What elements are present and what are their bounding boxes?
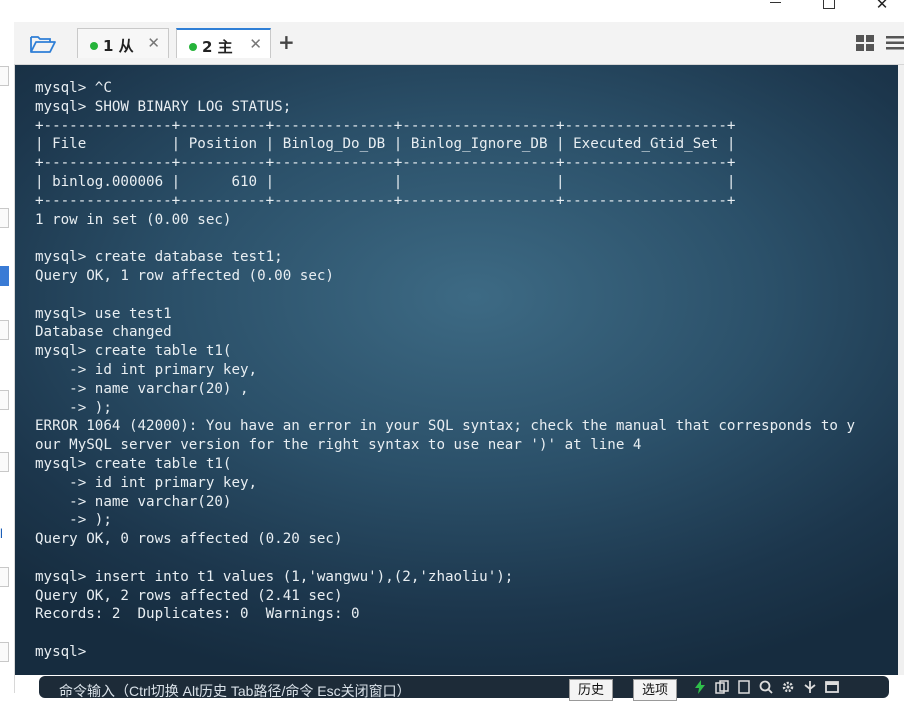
options-button[interactable]: 选项 (633, 679, 678, 701)
tab-label: 1 从 (103, 37, 134, 55)
maximize-button[interactable] (808, 0, 848, 22)
copy-icon[interactable] (715, 680, 729, 694)
side-panel-item[interactable] (0, 390, 9, 410)
new-tab-button[interactable]: + (278, 30, 295, 54)
command-bar: 命令输入（Ctrl切换 Alt历史 Tab路径/命令 Esc关闭窗口） 历史 选… (15, 675, 904, 701)
side-panel-item[interactable] (0, 567, 9, 587)
close-tab-icon[interactable]: ✕ (147, 34, 160, 52)
pin-icon[interactable] (803, 680, 817, 694)
terminal-pane[interactable]: mysql> ^C mysql> SHOW BINARY LOG STATUS;… (15, 65, 898, 675)
minimize-button[interactable] (756, 0, 796, 22)
close-window-button[interactable]: ✕ (862, 0, 902, 22)
command-input-placeholder: 命令输入（Ctrl切换 Alt历史 Tab路径/命令 Esc关闭窗口） (59, 683, 411, 699)
side-panel-edge: l (0, 22, 15, 693)
side-panel-label: l (0, 526, 3, 541)
tab-label: 2 主 (202, 38, 233, 56)
grid-icon[interactable] (856, 35, 874, 51)
window-icon[interactable] (825, 680, 839, 694)
side-panel-item[interactable] (0, 66, 9, 86)
command-input[interactable]: 命令输入（Ctrl切换 Alt历史 Tab路径/命令 Esc关闭窗口） 历史 选… (39, 676, 889, 701)
folder-open-icon[interactable] (30, 34, 56, 54)
connection-status-icon (90, 42, 98, 50)
tab-toolbar: 1 从 ✕ 2 主 ✕ + (14, 22, 904, 65)
close-tab-icon[interactable]: ✕ (249, 35, 262, 53)
connection-status-icon (189, 43, 197, 51)
terminal-scrollbar[interactable] (898, 65, 904, 675)
tab-2-master[interactable]: 2 主 ✕ (176, 28, 271, 58)
side-panel-item[interactable] (0, 642, 9, 662)
menu-icon[interactable] (886, 36, 904, 50)
gear-icon[interactable] (781, 680, 795, 694)
terminal-output: mysql> ^C mysql> SHOW BINARY LOG STATUS;… (35, 80, 855, 660)
title-bar: ✕ (0, 0, 904, 22)
tab-1-slave[interactable]: 1 从 ✕ (77, 28, 169, 58)
document-icon[interactable] (737, 680, 751, 694)
side-panel-item[interactable] (0, 452, 9, 472)
side-panel-item-selected[interactable] (0, 266, 9, 286)
lightning-icon[interactable] (693, 680, 707, 694)
search-icon[interactable] (759, 680, 773, 694)
side-panel-item[interactable] (0, 208, 9, 228)
side-panel-item[interactable] (0, 320, 9, 340)
history-button[interactable]: 历史 (569, 679, 614, 701)
